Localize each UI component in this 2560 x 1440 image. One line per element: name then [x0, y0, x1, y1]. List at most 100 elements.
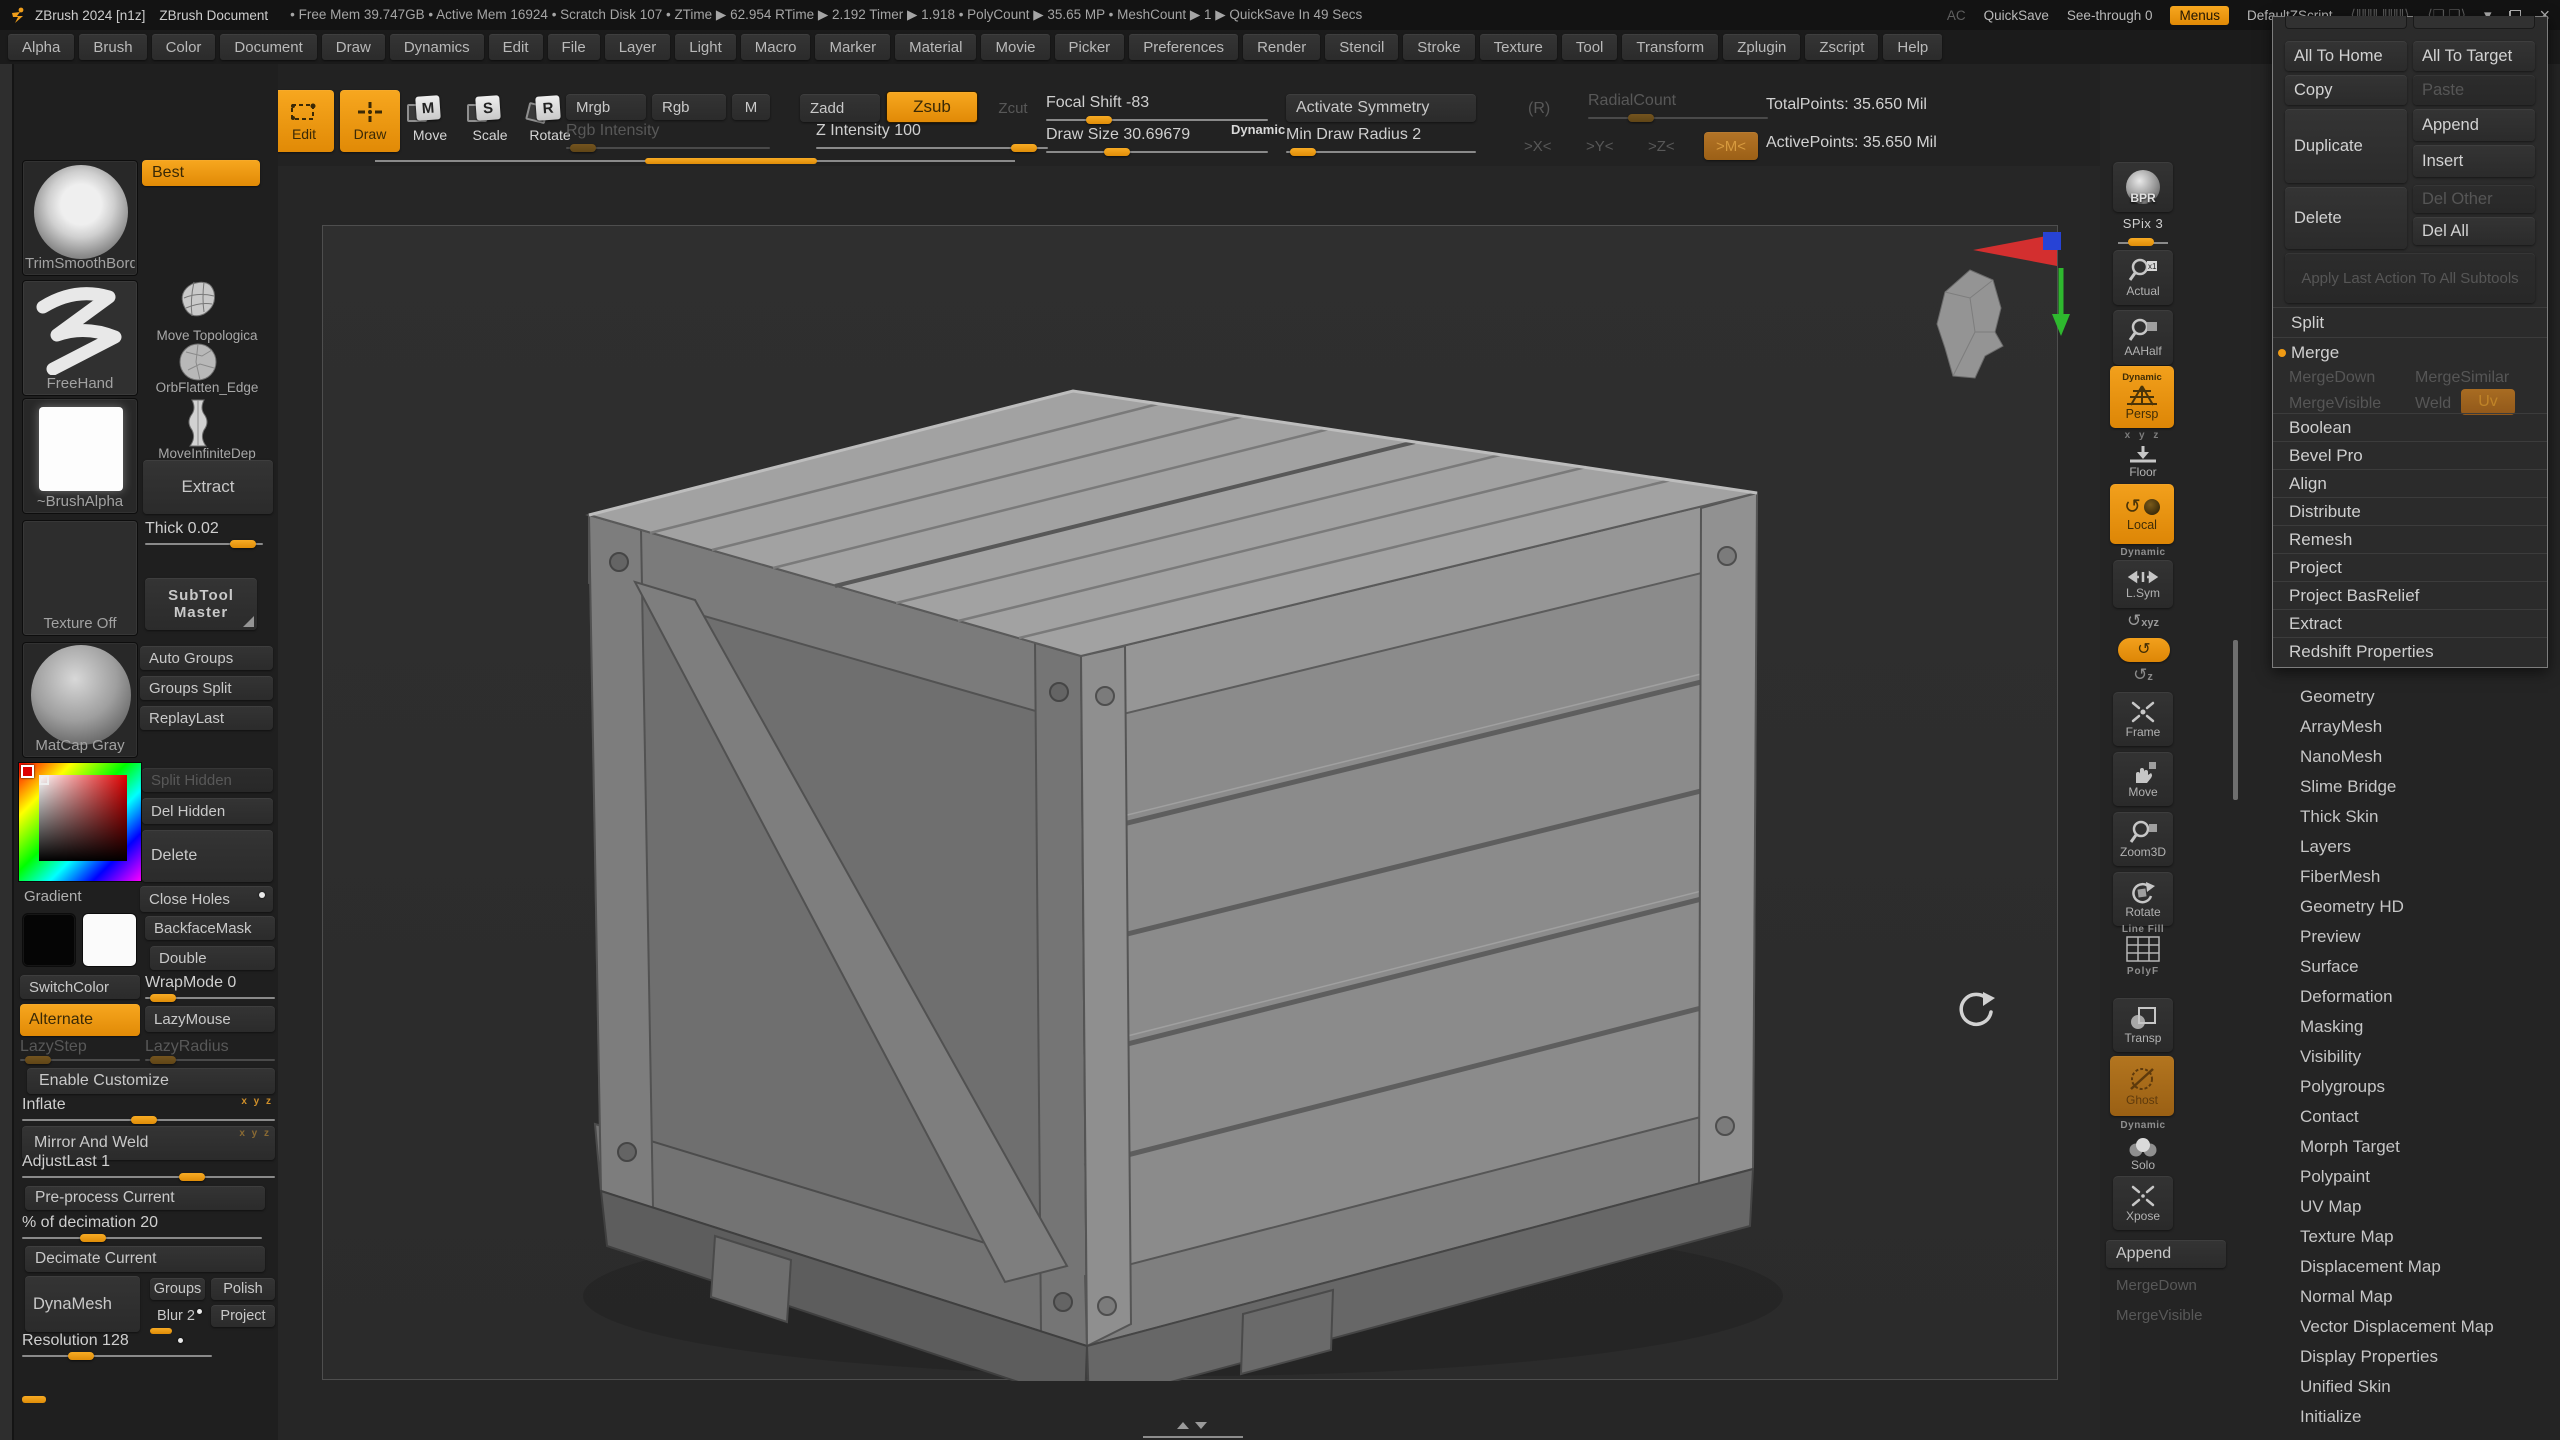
menu-item[interactable]: Edit [489, 34, 543, 60]
menu-item[interactable]: Transform [1622, 34, 1718, 60]
lazy-radius-slider[interactable]: LazyRadius [145, 1038, 275, 1064]
lazy-mouse-button[interactable]: LazyMouse [145, 1006, 275, 1032]
brush-icon-orbflatten-edge[interactable] [176, 342, 220, 382]
thick-slider[interactable]: Thick 0.02 [145, 520, 263, 548]
palette-section-item[interactable]: Morph Target [2300, 1132, 2560, 1162]
subtool-section-row[interactable]: Align [2273, 469, 2547, 497]
min-draw-radius-slider[interactable]: Min Draw Radius 2 [1286, 126, 1476, 156]
slider-handle[interactable] [80, 1234, 106, 1242]
wrap-mode-slider[interactable]: WrapMode 0 [145, 974, 275, 1002]
edit-button[interactable]: Edit [274, 90, 334, 152]
z-intensity-slider[interactable]: Z Intensity 100 [816, 122, 1048, 152]
palette-section-item[interactable]: Unified Skin [2300, 1372, 2560, 1402]
transp-button[interactable]: Transp [2113, 998, 2173, 1052]
close-holes-button[interactable]: Close Holes [140, 886, 273, 912]
secondary-color-swatch[interactable] [22, 913, 76, 967]
decimation-percent-slider[interactable]: % of decimation 20 [22, 1214, 262, 1242]
saturation-value-square[interactable] [39, 775, 127, 861]
paste-button[interactable]: Paste [2413, 75, 2535, 105]
palette-section-item[interactable]: Texture Map [2300, 1222, 2560, 1252]
scroll-down-icon[interactable] [1195, 1422, 1207, 1429]
move-view-button[interactable]: Move [2113, 752, 2173, 806]
document-frame[interactable] [322, 225, 2058, 1380]
subtool-section-row[interactable]: Extract [2273, 609, 2547, 637]
del-other-button[interactable]: Del Other [2413, 185, 2535, 213]
alternate-button[interactable]: Alternate [20, 1004, 140, 1036]
slider-handle[interactable] [150, 1056, 176, 1064]
palette-section-item[interactable]: Initialize [2300, 1402, 2560, 1432]
rotate-y-button[interactable]: ↺ [2118, 638, 2170, 662]
merge-down-option[interactable]: MergeDown [2289, 369, 2375, 387]
menu-item[interactable]: Movie [981, 34, 1049, 60]
subtool-section-row[interactable]: Remesh [2273, 525, 2547, 553]
menu-item[interactable]: Tool [1562, 34, 1618, 60]
subtool-section-row[interactable]: Project BasRelief [2273, 581, 2547, 609]
palette-section-item[interactable]: NanoMesh [2300, 742, 2560, 772]
lazy-step-slider[interactable]: LazyStep [20, 1038, 140, 1064]
menu-item[interactable]: Material [895, 34, 976, 60]
orientation-gizmo[interactable] [1915, 228, 2075, 388]
palette-section-item[interactable]: Contact [2300, 1102, 2560, 1132]
cropped-button[interactable] [2413, 16, 2535, 29]
duplicate-button[interactable]: Duplicate [2285, 109, 2407, 183]
color-picker[interactable] [18, 762, 142, 882]
slider-handle[interactable] [179, 1173, 205, 1181]
menu-item[interactable]: Preferences [1129, 34, 1238, 60]
scale-button[interactable]: S Scale [462, 96, 518, 143]
slider-handle[interactable] [1104, 148, 1130, 156]
merge-visible-button[interactable]: MergeVisible [2106, 1302, 2226, 1328]
hue-selector[interactable] [21, 765, 34, 778]
radial-count-slider[interactable]: RadialCount [1588, 92, 1768, 122]
copy-button[interactable]: Copy [2285, 75, 2407, 105]
focal-shift-slider[interactable]: Focal Shift -83 [1046, 94, 1268, 124]
m-button[interactable]: M [732, 94, 770, 120]
palette-section-item[interactable]: Layers [2300, 832, 2560, 862]
palette-section-item[interactable]: Vector Displacement Map [2300, 1312, 2560, 1342]
palette-section-item[interactable]: Polypaint [2300, 1162, 2560, 1192]
palette-section-item[interactable]: ArrayMesh [2300, 712, 2560, 742]
preprocess-current-button[interactable]: Pre-process Current [25, 1186, 265, 1210]
dynamesh-button[interactable]: DynaMesh [25, 1276, 140, 1332]
texture-thumbnail-off[interactable]: Texture Off [22, 520, 138, 636]
slider-handle[interactable] [1628, 114, 1654, 122]
line-fill-grid-icon[interactable] [2126, 936, 2160, 962]
slider-handle[interactable] [22, 1396, 46, 1403]
palette-section-item[interactable]: Slime Bridge [2300, 772, 2560, 802]
symmetry-m-button[interactable]: >M< [1704, 132, 1758, 160]
shelf-scroll-thumb[interactable] [645, 158, 817, 164]
stroke-thumbnail-freehand[interactable]: FreeHand [22, 280, 138, 396]
palette-section-item[interactable]: Polygroups [2300, 1072, 2560, 1102]
menu-item[interactable]: Help [1883, 34, 1942, 60]
floor-axis-toggle[interactable]: x y z [2113, 430, 2173, 441]
subtool-section-row[interactable]: Project [2273, 553, 2547, 581]
slider-handle[interactable] [68, 1352, 94, 1360]
rotate-xyz-button[interactable]: ↺xyz [2113, 612, 2173, 629]
slider-handle[interactable] [150, 994, 176, 1002]
insert-button[interactable]: Insert [2413, 145, 2535, 177]
brush-icon-move-topological[interactable] [170, 276, 222, 324]
delete-subtool-button[interactable]: Delete [2285, 187, 2407, 249]
frame-button[interactable]: Frame [2113, 692, 2173, 746]
spix-slider-handle[interactable] [2128, 238, 2154, 246]
all-to-home-button[interactable]: All To Home [2285, 41, 2407, 71]
menu-item[interactable]: Macro [741, 34, 811, 60]
merge-down-button[interactable]: MergeDown [2106, 1272, 2226, 1298]
menu-item[interactable]: Color [152, 34, 216, 60]
palette-section-item[interactable]: FiberMesh [2300, 862, 2560, 892]
symmetry-z-button[interactable]: >Z< [1648, 138, 1675, 155]
scrollbar-thumb[interactable] [2233, 640, 2238, 800]
zsub-button[interactable]: Zsub [886, 91, 978, 123]
palette-section-item[interactable]: Visibility [2300, 1042, 2560, 1072]
menu-item[interactable]: Light [675, 34, 736, 60]
local-button[interactable]: ↺ Local [2110, 484, 2174, 544]
best-preview-button[interactable]: Best [142, 160, 260, 186]
decimate-current-button[interactable]: Decimate Current [25, 1246, 265, 1272]
xyz-axis-toggle[interactable]: x y z [241, 1096, 273, 1107]
palette-section-item[interactable]: Display Properties [2300, 1342, 2560, 1372]
merge-visible-option[interactable]: MergeVisible [2289, 395, 2381, 413]
see-through-control[interactable]: See-through 0 [2067, 8, 2153, 23]
merge-similar-option[interactable]: MergeSimilar [2415, 369, 2509, 387]
replay-last-button[interactable]: ReplayLast [140, 706, 273, 730]
slider-handle[interactable] [1011, 144, 1037, 152]
menu-item[interactable]: Brush [79, 34, 146, 60]
